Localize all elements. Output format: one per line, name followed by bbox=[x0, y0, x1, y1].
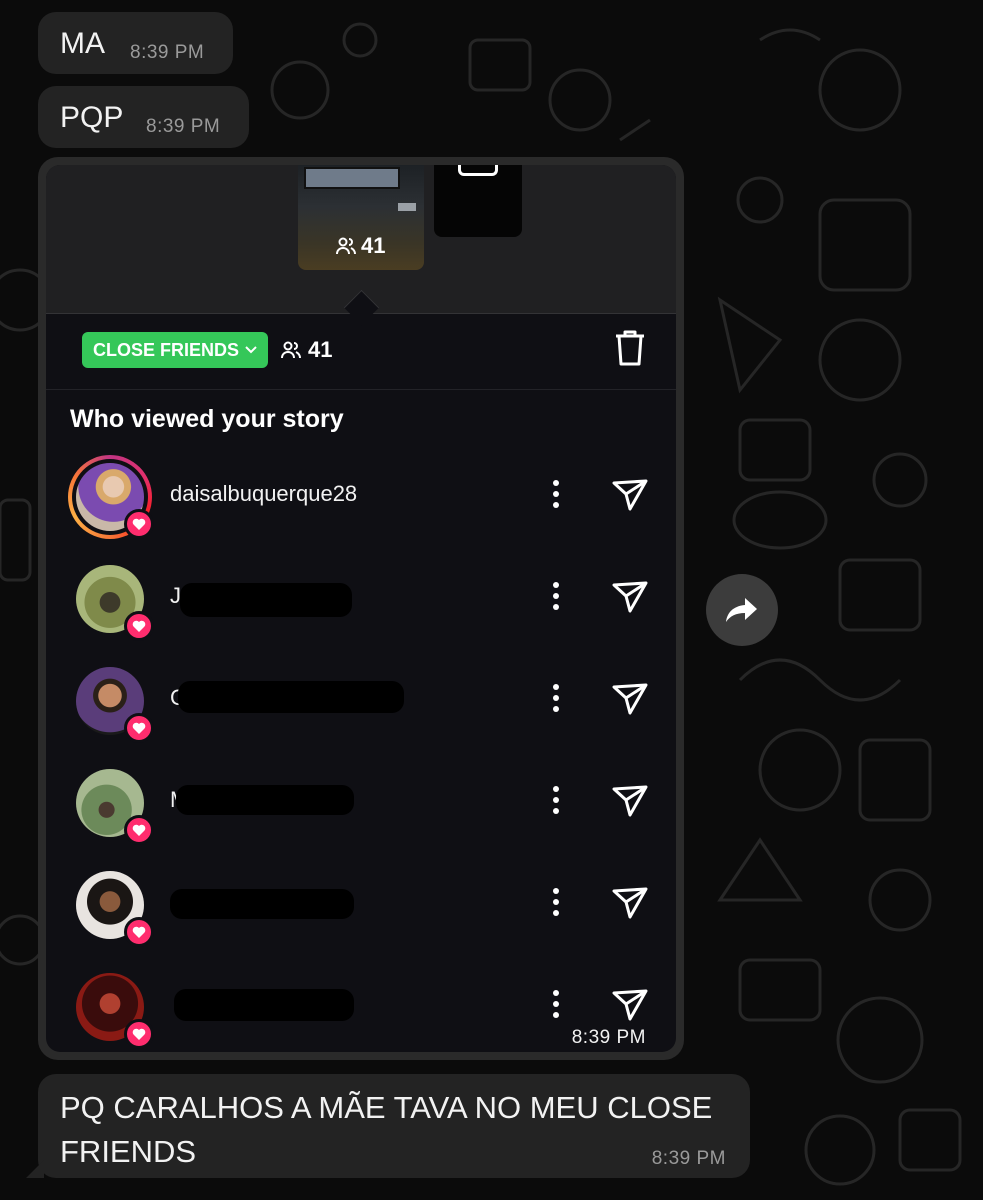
viewer-row[interactable]: daisalbuquerque28 bbox=[46, 455, 676, 557]
story-audience-bar: CLOSE FRIENDS 41 bbox=[46, 315, 676, 390]
message-time: 8:39 PM bbox=[130, 42, 205, 63]
send-icon[interactable] bbox=[610, 985, 650, 1025]
avatar[interactable] bbox=[68, 863, 154, 947]
viewer-count-value: 41 bbox=[308, 337, 333, 362]
forward-button[interactable] bbox=[706, 574, 778, 646]
camera-icon bbox=[458, 165, 498, 176]
message-bubble[interactable]: PQP 8:39 PM bbox=[38, 86, 249, 148]
viewer-row[interactable]: J bbox=[46, 557, 676, 659]
send-icon[interactable] bbox=[610, 781, 650, 821]
more-vertical-icon[interactable] bbox=[546, 477, 566, 511]
send-icon[interactable] bbox=[610, 475, 650, 515]
message-text-line: FRIENDS bbox=[60, 1134, 197, 1169]
viewer-row[interactable]: M bbox=[46, 761, 676, 863]
redaction-mark bbox=[180, 583, 352, 617]
chevron-down-icon bbox=[245, 346, 257, 354]
more-vertical-icon[interactable] bbox=[546, 681, 566, 715]
send-icon[interactable] bbox=[610, 577, 650, 617]
story-thumbnail-selected: 41 bbox=[298, 165, 424, 270]
close-friends-badge[interactable]: CLOSE FRIENDS bbox=[82, 332, 268, 368]
more-vertical-icon[interactable] bbox=[546, 885, 566, 919]
heart-icon bbox=[124, 917, 154, 947]
heart-icon bbox=[124, 713, 154, 743]
redaction-mark bbox=[178, 681, 404, 713]
message-text-line: PQ CARALHOS A MÃE TAVA NO MEU CLOSE bbox=[60, 1090, 713, 1125]
viewers-heading: Who viewed your story bbox=[70, 405, 344, 433]
heart-icon bbox=[124, 1019, 154, 1049]
viewer-count[interactable]: 41 bbox=[280, 337, 332, 363]
heart-icon bbox=[124, 815, 154, 845]
viewer-row[interactable] bbox=[46, 863, 676, 965]
people-icon bbox=[336, 237, 356, 255]
thumb-viewer-count: 41 bbox=[361, 233, 386, 258]
more-vertical-icon[interactable] bbox=[546, 783, 566, 817]
redaction-mark bbox=[176, 785, 354, 815]
viewer-row[interactable]: C bbox=[46, 659, 676, 761]
message-time: 8:39 PM bbox=[651, 1148, 726, 1169]
story-screenshot[interactable]: 41 CLOSE FRIENDS 41 Who viewed your stor… bbox=[46, 165, 676, 1052]
avatar[interactable] bbox=[68, 965, 154, 1049]
avatar[interactable] bbox=[68, 659, 154, 743]
heart-icon bbox=[124, 509, 154, 539]
avatar[interactable] bbox=[68, 557, 154, 641]
redaction-mark bbox=[170, 889, 354, 919]
message-time: 8:39 PM bbox=[571, 1027, 646, 1048]
message-time: 8:39 PM bbox=[146, 116, 221, 137]
forward-icon bbox=[726, 598, 757, 622]
message-bubble[interactable]: MA 8:39 PM bbox=[38, 12, 233, 74]
send-icon[interactable] bbox=[610, 883, 650, 923]
heart-icon bbox=[124, 611, 154, 641]
close-friends-label: CLOSE FRIENDS bbox=[92, 339, 239, 360]
image-message[interactable]: 41 CLOSE FRIENDS 41 Who viewed your stor… bbox=[38, 157, 684, 1060]
trash-icon[interactable] bbox=[614, 329, 646, 367]
viewer-username[interactable]: daisalbuquerque28 bbox=[170, 481, 357, 507]
story-thumbnail bbox=[434, 165, 522, 237]
redaction-mark bbox=[174, 989, 354, 1021]
avatar[interactable] bbox=[68, 761, 154, 845]
more-vertical-icon[interactable] bbox=[546, 579, 566, 613]
avatar[interactable] bbox=[68, 455, 154, 539]
send-icon[interactable] bbox=[610, 679, 650, 719]
more-vertical-icon[interactable] bbox=[546, 987, 566, 1021]
people-icon bbox=[281, 341, 301, 359]
message-bubble[interactable]: PQ CARALHOS A MÃE TAVA NO MEU CLOSE FRIE… bbox=[26, 1074, 750, 1178]
